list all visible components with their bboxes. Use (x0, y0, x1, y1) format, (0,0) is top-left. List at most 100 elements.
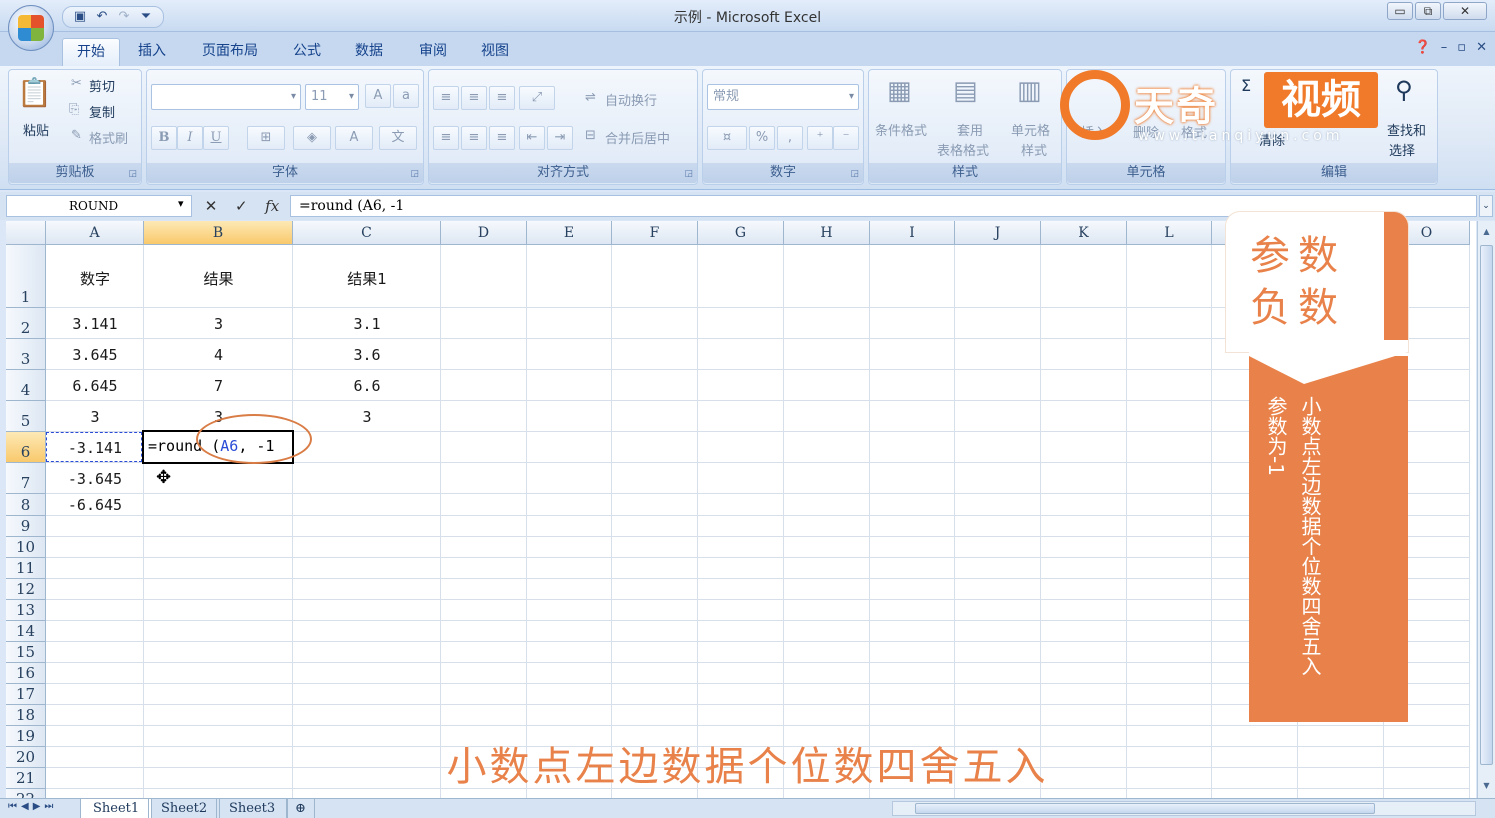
cut-button[interactable]: 剪切 (89, 76, 115, 95)
sheet-tab[interactable]: Sheet2 (148, 799, 221, 818)
row-header[interactable]: 18 (6, 705, 46, 726)
row-header[interactable]: 15 (6, 642, 46, 663)
insert-sheet-icon[interactable]: ⊕ (286, 799, 315, 818)
find-select-button[interactable]: 查找和 (1387, 120, 1426, 139)
chevron-down-icon[interactable]: ▾ (178, 197, 184, 210)
sheet-tab[interactable]: Sheet1 (80, 799, 153, 818)
font-color-icon[interactable]: A (335, 126, 373, 150)
scroll-thumb[interactable] (1480, 245, 1493, 765)
column-header[interactable]: B (144, 221, 293, 245)
launcher-icon[interactable]: ◲ (850, 169, 859, 179)
cell-a8[interactable]: -6.645 (46, 495, 144, 515)
office-button[interactable] (8, 5, 54, 51)
tab-data[interactable]: 数据 (341, 38, 397, 66)
enter-icon[interactable]: ✓ (235, 197, 248, 215)
row-header[interactable]: 8 (6, 494, 46, 516)
cell-c3[interactable]: 3.6 (293, 345, 441, 365)
align-center-icon[interactable]: ≡ (461, 126, 487, 150)
merge-center-button[interactable]: 合并后居中 (605, 128, 670, 147)
format-table-button[interactable]: 套用 (957, 120, 983, 139)
align-right-icon[interactable]: ≡ (489, 126, 515, 150)
sheet-tab[interactable]: Sheet3 (216, 799, 289, 818)
comma-icon[interactable]: , (777, 126, 803, 150)
name-box[interactable]: ROUND (6, 195, 192, 217)
cell-styles-button-2[interactable]: 样式 (1021, 140, 1047, 159)
horizontal-scrollbar[interactable] (892, 801, 1476, 816)
cell-c2[interactable]: 3.1 (293, 314, 441, 334)
italic-icon[interactable]: I (177, 126, 203, 150)
column-header[interactable]: K (1041, 221, 1127, 245)
tab-review[interactable]: 审阅 (405, 38, 461, 66)
column-header[interactable]: C (293, 221, 441, 245)
row-header[interactable]: 6 (6, 432, 46, 463)
row-header[interactable]: 2 (6, 308, 46, 339)
font-size-combo[interactable]: 11 (305, 84, 359, 110)
cell-a7[interactable]: -3.645 (46, 469, 144, 489)
orientation-icon[interactable]: ⤢ (519, 86, 555, 110)
tab-view[interactable]: 视图 (467, 38, 523, 66)
bold-icon[interactable]: B (151, 126, 177, 150)
row-header[interactable]: 9 (6, 516, 46, 537)
cell-a2[interactable]: 3.141 (46, 314, 144, 334)
paste-button[interactable]: 粘贴 (23, 120, 49, 139)
row-header[interactable]: 17 (6, 684, 46, 705)
column-header[interactable]: F (612, 221, 698, 245)
fill-color-icon[interactable]: ◈ (293, 126, 331, 150)
cell-b3[interactable]: 4 (144, 345, 293, 365)
tab-home[interactable]: 开始 (62, 38, 120, 66)
align-left-icon[interactable]: ≡ (433, 126, 459, 150)
row-header[interactable]: 10 (6, 537, 46, 558)
cell-b1[interactable]: 结果 (144, 269, 293, 289)
cell-c5[interactable]: 3 (293, 407, 441, 427)
row-header[interactable]: 4 (6, 370, 46, 401)
row-header[interactable]: 1 (6, 245, 46, 308)
underline-icon[interactable]: U (203, 126, 229, 150)
cell-a3[interactable]: 3.645 (46, 345, 144, 365)
close-button[interactable]: ✕ (1443, 2, 1487, 20)
align-top-icon[interactable]: ≡ (433, 86, 459, 110)
decrease-indent-icon[interactable]: ⇤ (519, 126, 545, 150)
increase-decimal-icon[interactable]: ⁺ (807, 126, 833, 150)
cell-a1[interactable]: 数字 (46, 269, 144, 289)
row-header[interactable]: 11 (6, 558, 46, 579)
row-header[interactable]: 3 (6, 339, 46, 370)
format-table-button-2[interactable]: 表格格式 (937, 140, 989, 159)
increase-indent-icon[interactable]: ⇥ (547, 126, 573, 150)
cell-a5[interactable]: 3 (46, 407, 144, 427)
row-header[interactable]: 16 (6, 663, 46, 684)
tab-insert[interactable]: 插入 (124, 38, 180, 66)
select-all-button[interactable] (6, 221, 46, 245)
column-header[interactable]: H (784, 221, 870, 245)
scroll-thumb[interactable] (915, 803, 1375, 814)
cell-b4[interactable]: 7 (144, 376, 293, 396)
font-name-combo[interactable] (151, 84, 301, 110)
column-header[interactable]: A (46, 221, 144, 245)
ribbon-restore-icon[interactable]: ▫ (1457, 40, 1466, 55)
tab-page-layout[interactable]: 页面布局 (188, 38, 272, 66)
vertical-scrollbar[interactable]: ▲ ▼ (1477, 221, 1495, 798)
column-header[interactable]: G (698, 221, 784, 245)
row-header[interactable]: 5 (6, 401, 46, 432)
find-select-button-2[interactable]: 选择 (1389, 140, 1415, 159)
grow-font-icon[interactable]: A (365, 84, 391, 108)
cell-b2[interactable]: 3 (144, 314, 293, 334)
column-header[interactable]: I (870, 221, 955, 245)
launcher-icon[interactable]: ◲ (410, 169, 419, 179)
decrease-decimal-icon[interactable]: ⁻ (833, 126, 859, 150)
help-icon[interactable]: ❓ (1415, 40, 1431, 55)
ribbon-close-icon[interactable]: ✕ (1476, 40, 1487, 55)
percent-icon[interactable]: % (749, 126, 775, 150)
phonetic-icon[interactable]: 文 (379, 126, 417, 150)
currency-icon[interactable]: ¤ (707, 126, 747, 150)
column-header[interactable]: D (441, 221, 527, 245)
launcher-icon[interactable]: ◲ (684, 169, 693, 179)
minimize-button[interactable]: ▭ (1387, 2, 1413, 20)
border-icon[interactable]: ⊞ (247, 126, 285, 150)
restore-button[interactable]: ⧉ (1415, 2, 1441, 20)
ribbon-minimize-icon[interactable]: – (1441, 40, 1448, 55)
wrap-text-button[interactable]: 自动换行 (605, 90, 657, 109)
column-header[interactable]: L (1127, 221, 1212, 245)
row-header[interactable]: 7 (6, 463, 46, 494)
scroll-up-icon[interactable]: ▲ (1480, 225, 1493, 239)
format-painter-button[interactable]: 格式刷 (89, 128, 128, 147)
